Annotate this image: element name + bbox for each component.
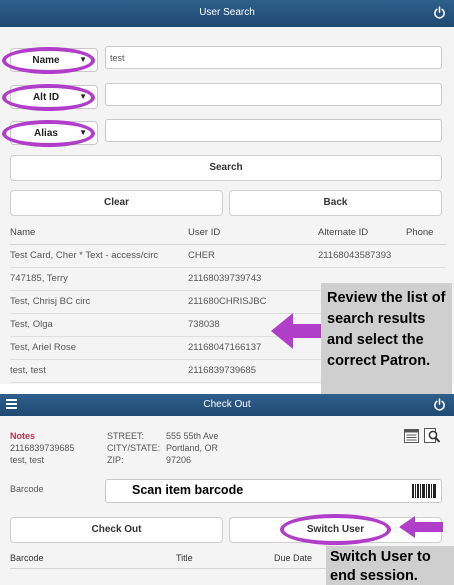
power-icon[interactable] [433,6,446,19]
search-document-icon[interactable] [424,428,442,444]
column-header-alternate-id: Alternate ID [318,222,406,245]
clear-button[interactable]: Clear [10,190,223,216]
address-label: CITY/STATE: [107,443,161,453]
column-header-due-date: Due Date [274,553,313,563]
address-label: ZIP: [107,455,124,465]
cell-user-id: 211680CHRISJBC [188,290,318,314]
barcode-icon[interactable] [412,484,436,498]
check-out-button[interactable]: Check Out [10,517,223,543]
table-row[interactable]: Test Card, Cher * Text - access/circ CHE… [10,244,446,268]
divider [10,568,326,569]
address-value: Portland, OR [166,443,219,453]
patron-id: 2116839739685 [10,443,75,453]
address-value: 555 55th Ave [166,431,219,441]
switch-user-highlight-oval [280,514,391,545]
alias-highlight-oval [2,120,95,147]
cell-user-id: CHER [188,244,318,268]
cell-name: Test, Olga [10,313,188,337]
column-header-phone: Phone [406,222,446,245]
search-button[interactable]: Search [10,155,442,181]
back-button[interactable]: Back [229,190,442,216]
address-value: 97206 [166,455,192,465]
header-title: User Search [199,7,255,18]
power-icon[interactable] [433,398,446,411]
alias-search-input[interactable] [105,119,442,142]
column-header-name: Name [10,222,188,245]
alt-id-highlight-oval [2,84,95,111]
notes-link[interactable]: Notes [10,431,35,441]
review-results-callout: Review the list of search results and se… [321,283,452,396]
name-highlight-oval [2,47,95,74]
cell-alternate-id: 21168043587393 [318,244,406,268]
cell-name: test, test [10,359,188,383]
alt-id-search-input[interactable] [105,83,442,106]
user-search-header: User Search [0,0,454,27]
arrow-left-icon [271,313,323,349]
scan-barcode-hint: Scan item barcode [132,483,244,497]
address-label: STREET: [107,431,145,441]
cell-user-id: 21168039739743 [188,267,318,291]
check-out-header: Check Out [0,394,454,416]
barcode-label: Barcode [10,484,44,494]
column-header-barcode: Barcode [10,553,44,563]
cell-name: 747185, Terry [10,267,188,291]
cell-phone [406,244,446,268]
cell-name: Test, Ariel Rose [10,336,188,360]
header-title: Check Out [203,399,251,410]
cell-name: Test Card, Cher * Text - access/circ [10,244,188,268]
results-header-row: Name User ID Alternate ID Phone [10,222,446,245]
name-search-input[interactable] [105,46,442,69]
receipt-list-icon[interactable] [404,429,419,443]
switch-user-callout: Switch User to end session. [326,546,454,585]
column-header-title: Title [176,553,193,563]
arrow-left-icon [399,516,443,538]
patron-name: test, test [10,455,45,465]
cell-user-id: 2116839739685 [188,359,318,383]
column-header-user-id: User ID [188,222,318,245]
cell-name: Test, Chrisj BC circ [10,290,188,314]
